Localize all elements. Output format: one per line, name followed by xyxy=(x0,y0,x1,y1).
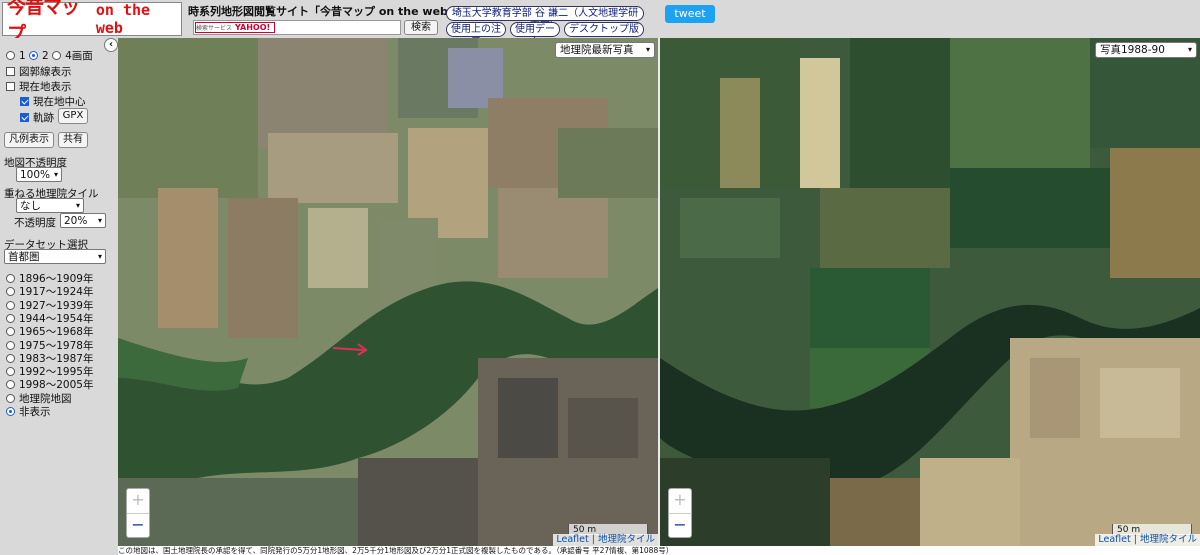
usage-notes-link[interactable]: 使用上の注意 xyxy=(446,22,506,48)
right-tiles-link[interactable]: 地理院タイル xyxy=(1140,534,1197,545)
data-used-link[interactable]: 使用データ xyxy=(510,22,560,48)
track-checkbox[interactable] xyxy=(20,113,29,122)
tweet-button[interactable]: tweet xyxy=(665,5,715,23)
yahoo-badge-prefix: 検索サービス xyxy=(196,25,233,32)
track-option[interactable]: 軌跡 xyxy=(20,110,54,125)
search-input[interactable]: 検索サービス YAHOO! xyxy=(193,20,401,35)
chevron-down-icon: ▾ xyxy=(97,252,102,261)
graticule-label: 図郭線表示 xyxy=(19,66,72,78)
graticule-checkbox[interactable] xyxy=(6,67,15,76)
center-checkbox[interactable] xyxy=(20,97,29,106)
right-zoom-control: + − xyxy=(668,488,692,538)
screen-4-label: 4画面 xyxy=(65,50,93,62)
left-attribution: Leaflet | 地理院タイル xyxy=(553,534,658,546)
chevron-down-icon: ▾ xyxy=(53,170,58,179)
chevron-down-icon: ▾ xyxy=(75,201,80,210)
aerial-photo-1988-90 xyxy=(660,38,1200,546)
period-option[interactable]: 非表示 xyxy=(6,404,51,419)
period-radio[interactable] xyxy=(6,274,15,283)
left-zoom-out-button[interactable]: − xyxy=(127,514,149,538)
left-zoom-control: + − xyxy=(126,488,150,538)
copyright-footer: この地図は、国土地理院長の承認を得て、同院発行の5万分1地形図、2万5千分1地形… xyxy=(118,546,1200,555)
site-title: 時系列地形図閲覧サイト「今昔マップ on the web」 xyxy=(188,5,459,18)
chevron-down-icon: ▾ xyxy=(1187,45,1192,54)
opacity-select[interactable]: 100% ▾ xyxy=(16,167,62,182)
track-label: 軌跡 xyxy=(33,112,54,124)
search-button[interactable]: 検索 xyxy=(404,20,438,35)
center-option[interactable]: 現在地中心 xyxy=(20,94,86,109)
legend-button[interactable]: 凡例表示 xyxy=(4,132,54,148)
dataset-select[interactable]: 首都圏 ▾ xyxy=(4,249,106,264)
screen-1-label: 1 xyxy=(19,49,26,62)
overlay-opacity-label: 不透明度 xyxy=(14,217,56,229)
graticule-option[interactable]: 図郭線表示 xyxy=(6,64,72,79)
screen-1-radio[interactable] xyxy=(6,51,15,60)
logo-text-en: on the web xyxy=(95,1,151,37)
period-radio[interactable] xyxy=(6,393,15,403)
right-layer-value: 写真1988-90 xyxy=(1100,44,1165,56)
desktop-version-link[interactable]: デスクトップ版 xyxy=(564,22,644,37)
center-label: 現在地中心 xyxy=(33,96,86,108)
dataset-value: 首都圏 xyxy=(8,251,40,263)
share-button[interactable]: 共有 xyxy=(58,132,88,148)
screen-4-radio[interactable] xyxy=(52,51,62,60)
period-radio[interactable] xyxy=(6,327,15,337)
left-layer-value: 地理院最新写真 xyxy=(560,44,634,56)
period-radio[interactable] xyxy=(6,340,15,350)
period-radio[interactable] xyxy=(6,367,15,377)
left-tiles-link[interactable]: 地理院タイル xyxy=(598,534,655,545)
map-left[interactable]: 地理院最新写真 ▾ + − 50 m Leaflet | 地理院タイル xyxy=(118,38,658,546)
current-map-option[interactable]: 現在地表示 xyxy=(6,79,72,94)
overlay-opacity-select[interactable]: 20% ▾ xyxy=(60,213,106,228)
period-radio[interactable] xyxy=(6,300,15,310)
period-radio[interactable] xyxy=(6,313,15,323)
period-radio[interactable] xyxy=(6,407,15,416)
left-zoom-in-button[interactable]: + xyxy=(127,489,149,514)
opacity-value: 100% xyxy=(20,169,51,181)
current-map-checkbox[interactable] xyxy=(6,82,15,91)
left-leaflet-link[interactable]: Leaflet xyxy=(556,534,588,545)
chevron-down-icon: ▾ xyxy=(645,45,650,54)
site-logo[interactable]: 今昔マップ on the web xyxy=(2,0,182,45)
chevron-down-icon: ▾ xyxy=(97,216,102,225)
overlay-select[interactable]: なし ▾ xyxy=(16,198,84,213)
period-radio[interactable] xyxy=(6,287,15,297)
right-zoom-in-button[interactable]: + xyxy=(669,489,691,514)
left-layer-select[interactable]: 地理院最新写真 ▾ xyxy=(555,42,655,58)
right-attribution: Leaflet | 地理院タイル xyxy=(1095,534,1200,546)
period-label: 非表示 xyxy=(19,406,51,418)
author-link[interactable]: 埼玉大学教育学部 谷 謙二（人文地理学研究室） xyxy=(446,6,644,32)
overlay-value: なし xyxy=(20,200,41,212)
screen-2-label: 2 xyxy=(42,49,49,62)
map-right[interactable]: 写真1988-90 ▾ + − 50 m Leaflet | 地理院タイル xyxy=(660,38,1200,546)
yahoo-search-badge: 検索サービス YAHOO! xyxy=(195,22,275,33)
gpx-button[interactable]: GPX xyxy=(58,108,88,124)
screen-2-radio[interactable] xyxy=(29,51,39,60)
yahoo-badge-brand: YAHOO! xyxy=(235,23,271,32)
period-radio[interactable] xyxy=(6,353,15,363)
right-zoom-out-button[interactable]: − xyxy=(669,514,691,538)
period-radio[interactable] xyxy=(6,380,15,390)
aerial-photo-latest xyxy=(118,38,658,546)
right-layer-select[interactable]: 写真1988-90 ▾ xyxy=(1095,42,1197,58)
chevron-left-icon[interactable]: ‹ xyxy=(104,38,118,52)
current-map-label: 現在地表示 xyxy=(19,81,72,93)
overlay-opacity-value: 20% xyxy=(64,215,88,227)
header: 今昔マップ on the web 時系列地形図閲覧サイト「今昔マップ on th… xyxy=(0,0,1200,48)
right-leaflet-link[interactable]: Leaflet xyxy=(1098,534,1130,545)
screen-count-group: 1 2 4画面 xyxy=(6,48,93,63)
